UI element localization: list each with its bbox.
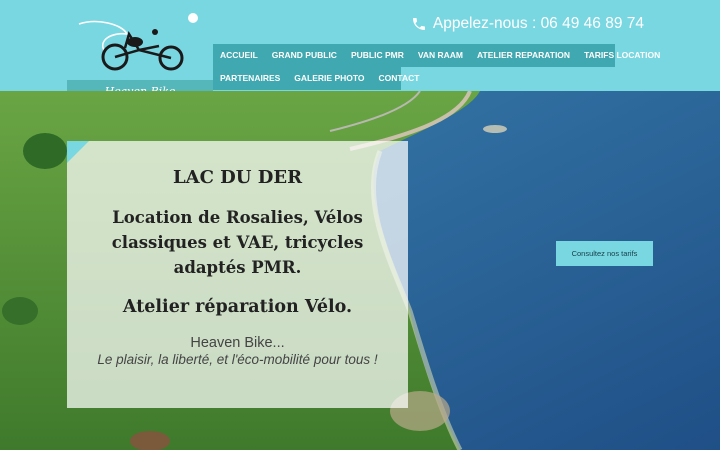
hero-subtitle-2: Atelier réparation Vélo. bbox=[122, 297, 353, 317]
nav-van-raam[interactable]: VAN RAAM bbox=[411, 44, 470, 67]
nav-partenaires[interactable]: PARTENAIRES bbox=[213, 67, 287, 90]
tarifs-cta-button[interactable]: Consultez nos tarifs bbox=[556, 241, 653, 266]
hero-text-panel: LAC DU DER Location de Rosalies, Vélos c… bbox=[67, 141, 408, 408]
phone-contact[interactable]: Appelez-nous : 06 49 46 89 74 bbox=[411, 15, 644, 33]
recumbent-bike-logo-icon bbox=[78, 13, 198, 71]
hero-title: LAC DU DER bbox=[172, 167, 303, 188]
panel-corner-accent bbox=[67, 141, 89, 163]
nav-accueil[interactable]: ACCUEIL bbox=[213, 44, 265, 67]
nav-atelier-reparation[interactable]: ATELIER REPARATION bbox=[470, 44, 577, 67]
nav-contact[interactable]: CONTACT bbox=[372, 67, 427, 90]
main-nav: ACCUEIL GRAND PUBLIC PUBLIC PMR VAN RAAM… bbox=[213, 44, 660, 90]
hero-subtitle: Location de Rosalies, Vélos classiques e… bbox=[111, 208, 364, 277]
phone-text: Appelez-nous : 06 49 46 89 74 bbox=[432, 15, 644, 32]
nav-public-pmr[interactable]: PUBLIC PMR bbox=[344, 44, 411, 67]
site-logo[interactable]: Heaven Bike bbox=[67, 12, 213, 103]
nav-tarifs-location[interactable]: TARIFS LOCATION bbox=[577, 44, 667, 67]
hero-brand-line: Heaven Bike... bbox=[190, 335, 285, 351]
nav-grand-public[interactable]: GRAND PUBLIC bbox=[265, 44, 344, 67]
nav-galerie-photo[interactable]: GALERIE PHOTO bbox=[287, 67, 371, 90]
nav-row-1: ACCUEIL GRAND PUBLIC PUBLIC PMR VAN RAAM… bbox=[213, 44, 660, 67]
nav-row-2: PARTENAIRES GALERIE PHOTO CONTACT bbox=[213, 67, 419, 90]
header-bar: Heaven Bike Appelez-nous : 06 49 46 89 7… bbox=[0, 0, 720, 103]
hero-slogan: Le plaisir, la liberté, et l'éco-mobilit… bbox=[97, 352, 378, 367]
phone-icon bbox=[412, 18, 425, 30]
